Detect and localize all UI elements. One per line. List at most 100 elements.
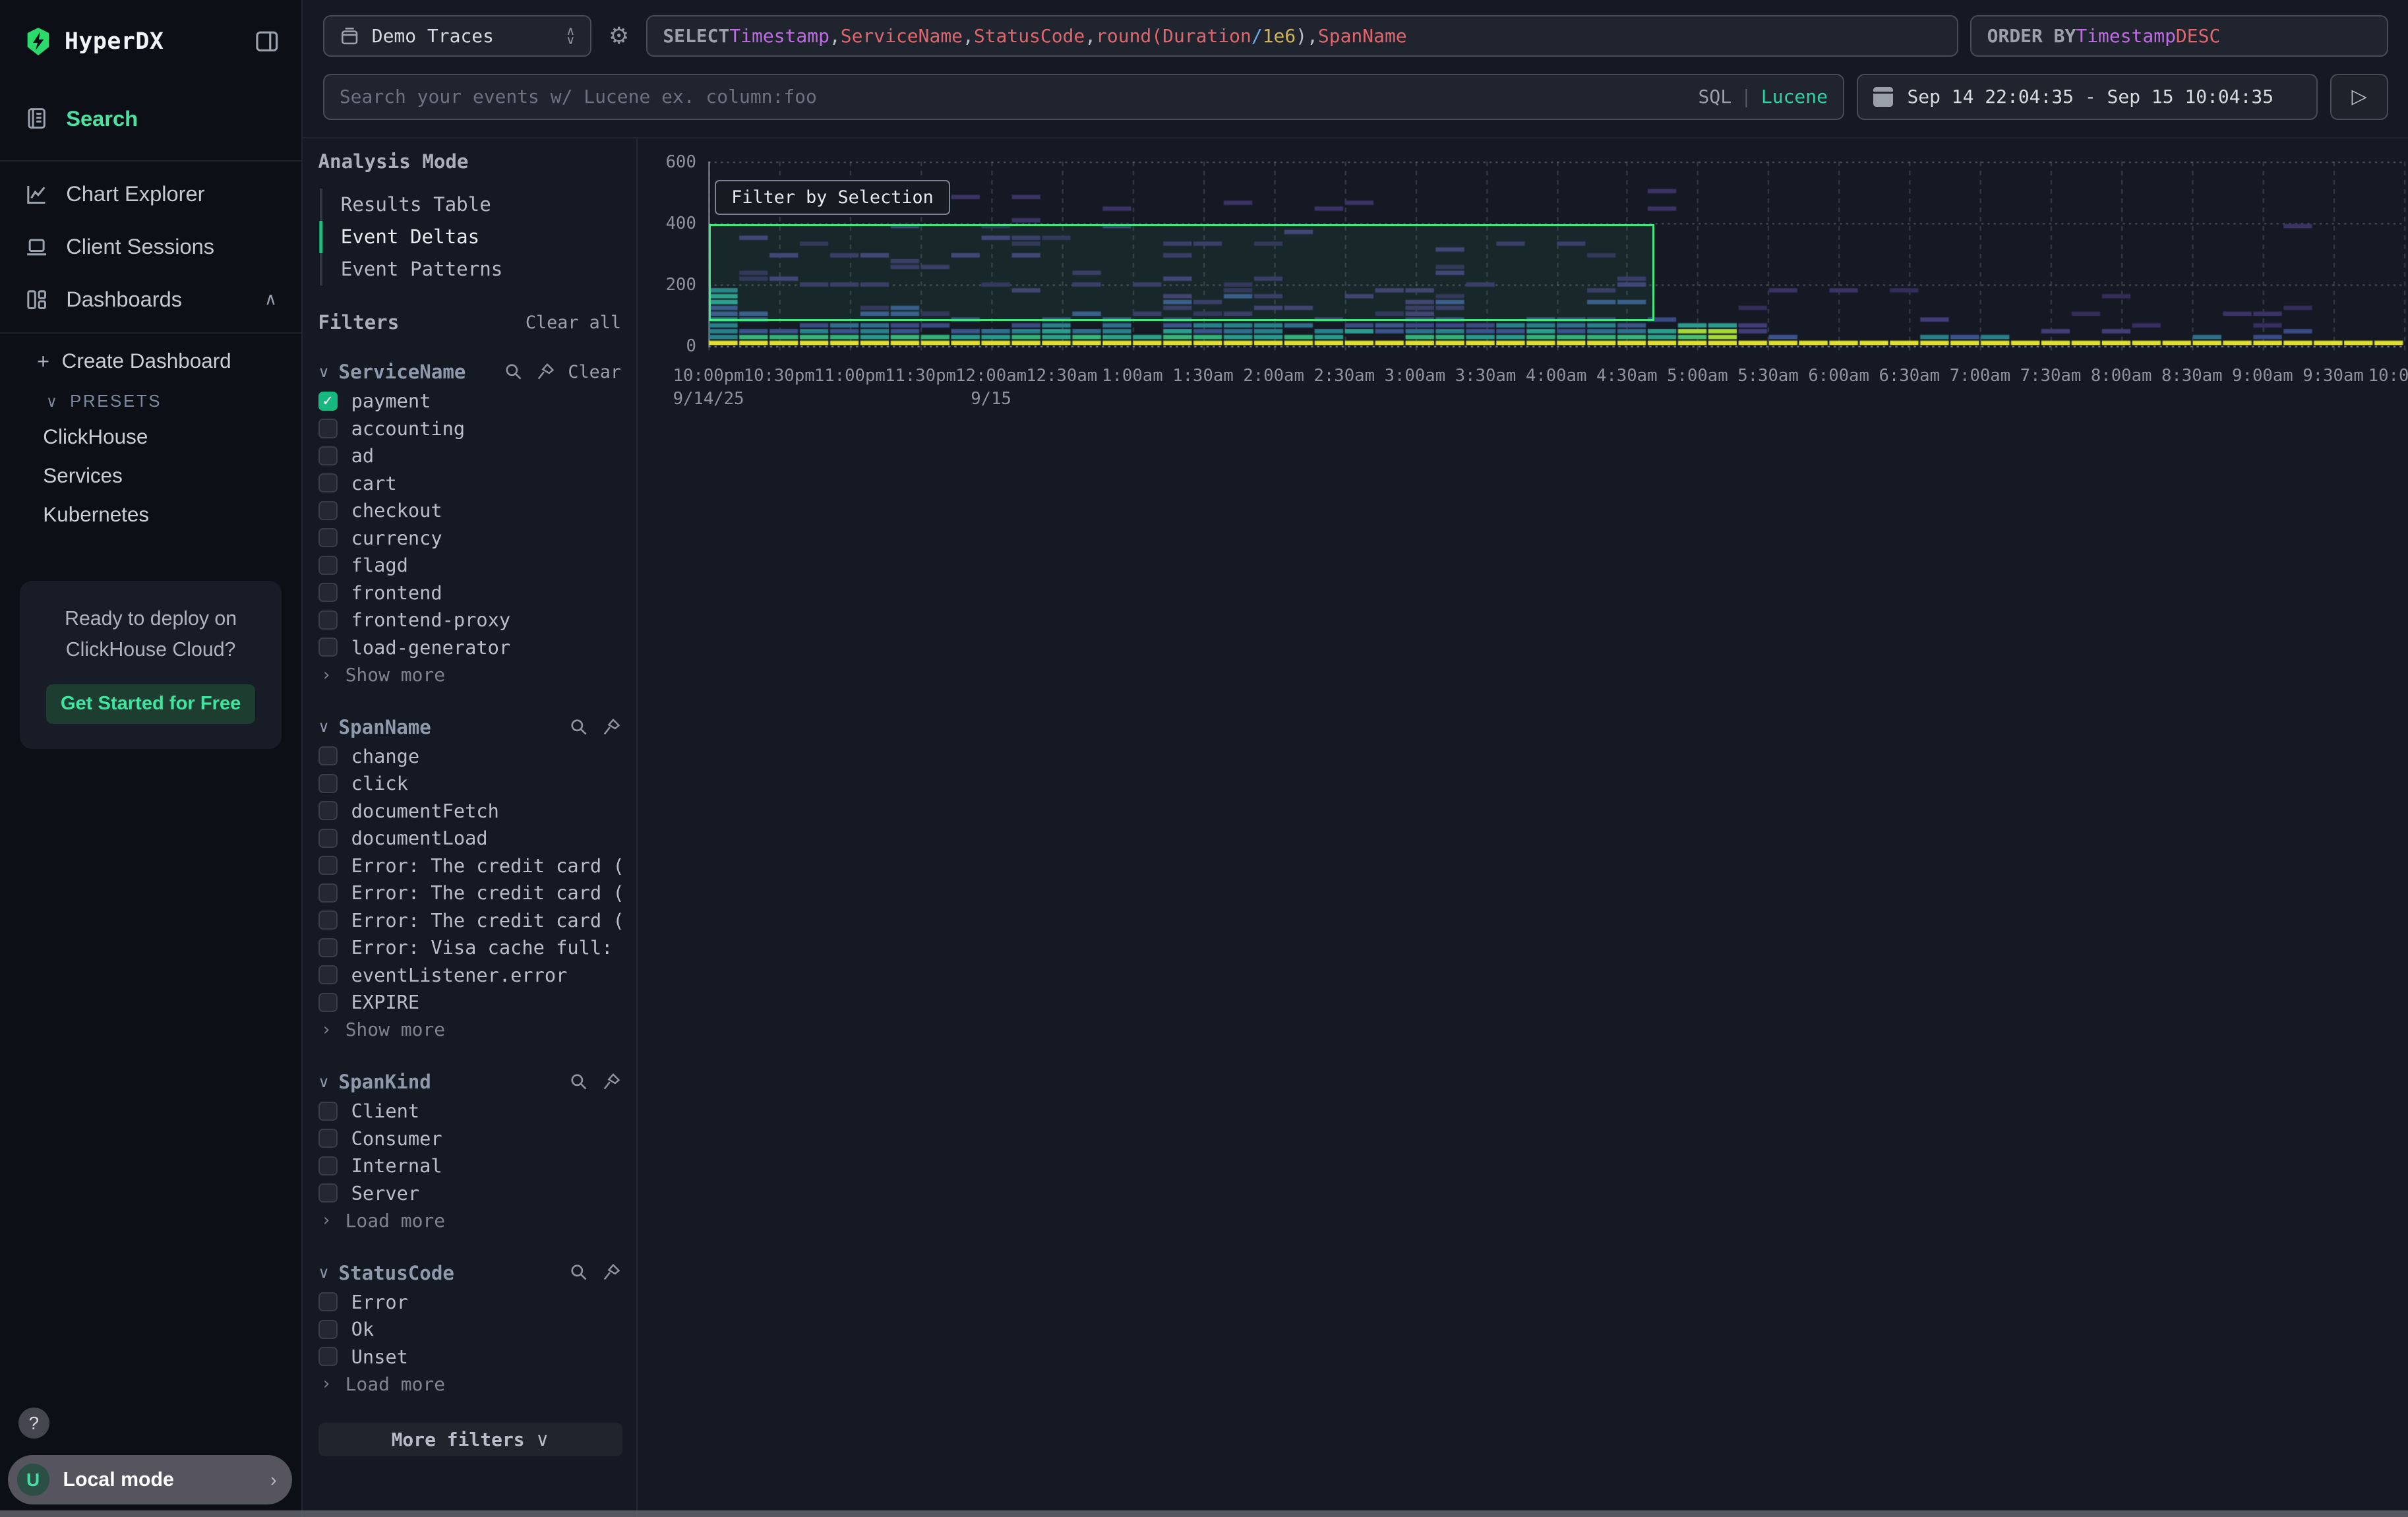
pin-icon[interactable] xyxy=(601,1263,621,1282)
filter-checkbox-row[interactable]: ✓ eventListener.error xyxy=(318,961,622,988)
horizontal-scrollbar[interactable] xyxy=(0,1510,2408,1516)
collapse-sidebar-icon[interactable] xyxy=(254,28,280,55)
mode-lucene-toggle[interactable]: Lucene xyxy=(1761,86,1828,107)
checkbox[interactable]: ✓ xyxy=(318,528,338,547)
settings-gear-icon[interactable]: ⚙ xyxy=(604,23,634,49)
chart-selection-rectangle[interactable] xyxy=(709,224,1655,321)
mode-sql-toggle[interactable]: SQL xyxy=(1699,86,1732,107)
create-dashboard-button[interactable]: + Create Dashboard xyxy=(0,340,301,383)
search-input[interactable]: Search your events w/ Lucene ex. column:… xyxy=(323,74,1845,120)
filter-checkbox-row[interactable]: ✓ click xyxy=(318,770,622,797)
search-icon[interactable] xyxy=(569,1072,589,1092)
filter-group-header-spankind[interactable]: ∨ SpanKind xyxy=(318,1067,622,1098)
filter-checkbox-row[interactable]: ✓ Error: Visa cache full: … xyxy=(318,934,622,961)
date-range-picker[interactable]: Sep 14 22:04:35 - Sep 15 10:04:35 xyxy=(1857,74,2318,120)
checkbox[interactable]: ✓ xyxy=(318,583,338,602)
sidebar-preset-item[interactable]: ClickHouse xyxy=(0,417,301,456)
group-clear-link[interactable]: Clear xyxy=(568,362,621,382)
checkbox[interactable]: ✓ xyxy=(318,1320,338,1339)
checkbox[interactable]: ✓ xyxy=(318,419,338,438)
pin-icon[interactable] xyxy=(601,717,621,737)
filter-checkbox-row[interactable]: ✓ Internal xyxy=(318,1152,622,1179)
filter-checkbox-row[interactable]: ✓ Error: The credit card (… xyxy=(318,852,622,879)
search-icon[interactable] xyxy=(504,362,524,382)
checkbox[interactable]: ✓ xyxy=(318,774,338,793)
checkbox[interactable]: ✓ xyxy=(318,392,338,411)
filter-checkbox-row[interactable]: ✓ Ok xyxy=(318,1315,622,1342)
checkbox[interactable]: ✓ xyxy=(318,1183,338,1203)
clear-all-link[interactable]: Clear all xyxy=(526,312,621,333)
checkbox[interactable]: ✓ xyxy=(318,1156,338,1175)
checkbox[interactable]: ✓ xyxy=(318,1347,338,1366)
spankind-load-more[interactable]: › Load more xyxy=(318,1206,622,1234)
checkbox[interactable]: ✓ xyxy=(318,910,338,930)
filter-checkbox-row[interactable]: ✓ cart xyxy=(318,469,622,496)
filter-checkbox-row[interactable]: ✓ frontend-proxy xyxy=(318,607,622,634)
checkbox[interactable]: ✓ xyxy=(318,610,338,630)
filter-group-header-spanname[interactable]: ∨ SpanName xyxy=(318,711,622,742)
filter-checkbox-row[interactable]: ✓ payment xyxy=(318,388,622,415)
filter-checkbox-row[interactable]: ✓ Unset xyxy=(318,1343,622,1370)
filter-checkbox-row[interactable]: ✓ Error xyxy=(318,1288,622,1315)
filter-checkbox-row[interactable]: ✓ documentFetch xyxy=(318,797,622,824)
filter-checkbox-row[interactable]: ✓ Client xyxy=(318,1097,622,1124)
pin-icon[interactable] xyxy=(601,1072,621,1092)
sidebar-preset-item[interactable]: Kubernetes xyxy=(0,496,301,535)
checkbox[interactable]: ✓ xyxy=(318,473,338,492)
filter-checkbox-row[interactable]: ✓ EXPIRE xyxy=(318,988,622,1015)
servicename-show-more[interactable]: › Show more xyxy=(318,661,622,689)
filter-checkbox-row[interactable]: ✓ checkout xyxy=(318,497,622,524)
analysis-mode-item[interactable]: Event Deltas xyxy=(322,221,621,253)
source-select[interactable]: Demo Traces ∧∨ xyxy=(323,15,592,57)
checkbox[interactable]: ✓ xyxy=(318,746,338,765)
checkbox[interactable]: ✓ xyxy=(318,938,338,957)
sidebar-item-chart-explorer[interactable]: Chart Explorer xyxy=(0,167,301,220)
checkbox[interactable]: ✓ xyxy=(318,965,338,984)
checkbox[interactable]: ✓ xyxy=(318,801,338,820)
checkbox[interactable]: ✓ xyxy=(318,501,338,520)
checkbox[interactable]: ✓ xyxy=(318,883,338,903)
run-query-button[interactable]: ▷ xyxy=(2330,74,2389,120)
filter-checkbox-row[interactable]: ✓ currency xyxy=(318,524,622,551)
order-by-input[interactable]: ORDER BY Timestamp DESC xyxy=(1970,15,2388,57)
checkbox[interactable]: ✓ xyxy=(318,993,338,1012)
checkbox[interactable]: ✓ xyxy=(318,1102,338,1121)
sidebar-preset-item[interactable]: Services xyxy=(0,456,301,495)
filter-checkbox-row[interactable]: ✓ frontend xyxy=(318,579,622,606)
filter-checkbox-row[interactable]: ✓ Consumer xyxy=(318,1125,622,1152)
filter-checkbox-row[interactable]: ✓ Error: The credit card (… xyxy=(318,907,622,934)
spanname-show-more[interactable]: › Show more xyxy=(318,1016,622,1044)
filter-checkbox-row[interactable]: ✓ Error: The credit card (… xyxy=(318,879,622,907)
analysis-mode-item[interactable]: Event Patterns xyxy=(322,253,621,285)
get-started-button[interactable]: Get Started for Free xyxy=(46,684,255,725)
analysis-mode-item[interactable]: Results Table xyxy=(322,189,621,221)
checkbox[interactable]: ✓ xyxy=(318,1129,338,1148)
checkbox[interactable]: ✓ xyxy=(318,638,338,657)
filter-checkbox-row[interactable]: ✓ documentLoad xyxy=(318,825,622,852)
filter-checkbox-row[interactable]: ✓ Server xyxy=(318,1179,622,1206)
checkbox[interactable]: ✓ xyxy=(318,556,338,575)
filter-group-header-servicename[interactable]: ∨ ServiceName Clear xyxy=(318,357,622,388)
presets-toggle[interactable]: ∨ PRESETS xyxy=(0,383,301,417)
sidebar-item-client-sessions[interactable]: Client Sessions xyxy=(0,220,301,273)
local-mode-button[interactable]: U Local mode › xyxy=(8,1455,292,1504)
sql-select-input[interactable]: SELECT Timestamp, ServiceName, StatusCod… xyxy=(646,15,1958,57)
filter-checkbox-row[interactable]: ✓ change xyxy=(318,742,622,769)
filter-checkbox-row[interactable]: ✓ ad xyxy=(318,442,622,469)
filter-checkbox-row[interactable]: ✓ accounting xyxy=(318,415,622,442)
search-icon[interactable] xyxy=(569,1263,589,1282)
checkbox[interactable]: ✓ xyxy=(318,829,338,848)
pin-icon[interactable] xyxy=(535,362,555,382)
filter-checkbox-row[interactable]: ✓ load-generator xyxy=(318,634,622,661)
checkbox[interactable]: ✓ xyxy=(318,1292,338,1311)
filter-group-header-statuscode[interactable]: ∨ StatusCode xyxy=(318,1257,622,1288)
help-button[interactable]: ? xyxy=(18,1408,49,1439)
sidebar-item-search[interactable]: Search xyxy=(0,92,301,145)
sidebar-item-dashboards[interactable]: Dashboards ∧ xyxy=(0,273,301,326)
filter-by-selection-tooltip[interactable]: Filter by Selection xyxy=(715,180,950,216)
search-icon[interactable] xyxy=(569,717,589,737)
more-filters-button[interactable]: More filters ∨ xyxy=(318,1423,623,1456)
statuscode-load-more[interactable]: › Load more xyxy=(318,1370,622,1398)
checkbox[interactable]: ✓ xyxy=(318,856,338,875)
filter-checkbox-row[interactable]: ✓ flagd xyxy=(318,552,622,579)
